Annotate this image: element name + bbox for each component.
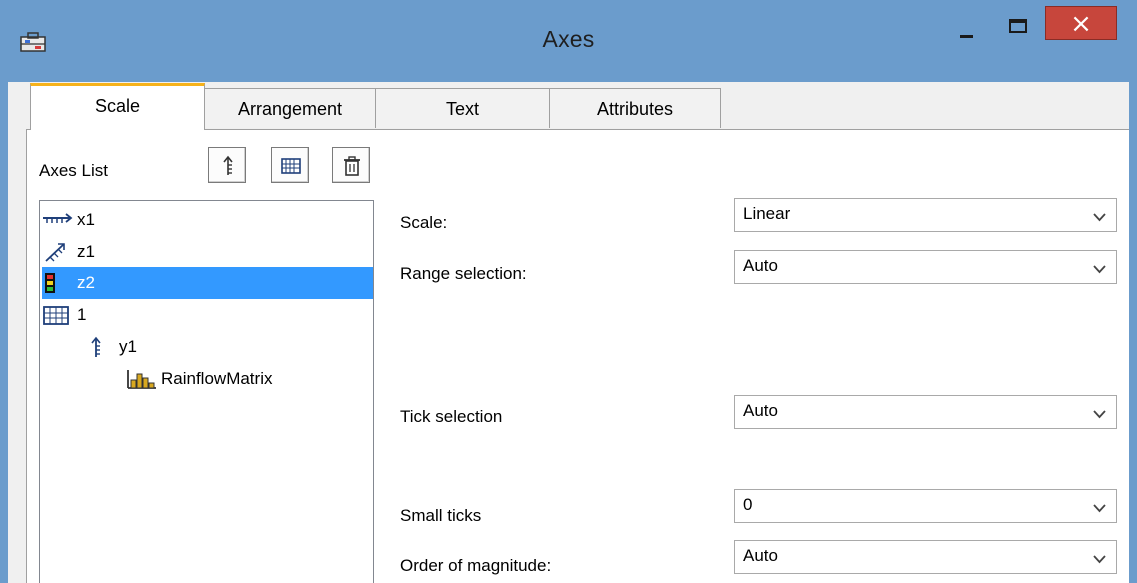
tree-item-1[interactable]: 1 bbox=[42, 300, 86, 330]
chevron-down-icon bbox=[1093, 410, 1106, 419]
z-axis-icon bbox=[45, 243, 65, 262]
y-axis-icon bbox=[91, 336, 101, 357]
order-of-magnitude-label: Order of magnitude: bbox=[400, 556, 552, 575]
dialog-client-area: Scale Arrangement Text Attributes Axes L… bbox=[8, 82, 1129, 583]
x-axis-icon bbox=[43, 213, 73, 223]
chevron-down-icon bbox=[1093, 213, 1106, 222]
tree-item-label: z1 bbox=[77, 242, 95, 261]
tab-text-label: Text bbox=[445, 99, 479, 119]
small-ticks-label: Small ticks bbox=[400, 506, 482, 525]
tree-item-z2[interactable]: z2 bbox=[42, 268, 95, 298]
axes-dialog: Axes × Scale Arrangement Text Attributes… bbox=[0, 0, 1137, 583]
tree-item-y1[interactable]: y1 bbox=[84, 332, 137, 362]
axes-list-label: Axes List bbox=[39, 161, 108, 180]
close-button[interactable]: × bbox=[1045, 6, 1117, 40]
tree-item-label: y1 bbox=[119, 337, 137, 356]
tab-text[interactable]: Text bbox=[375, 88, 550, 128]
tree-item-label: x1 bbox=[77, 210, 95, 229]
tree-item-label: z2 bbox=[77, 273, 95, 292]
tab-attributes-label: Attributes bbox=[596, 99, 674, 119]
tab-attributes[interactable]: Attributes bbox=[549, 88, 721, 128]
minimize-button[interactable] bbox=[948, 6, 984, 42]
tab-arrangement[interactable]: Arrangement bbox=[204, 88, 376, 128]
tree-item-label: 1 bbox=[77, 305, 87, 324]
grid-icon bbox=[43, 306, 69, 325]
scale-label: Scale: bbox=[400, 213, 448, 232]
order-of-magnitude-value: Auto bbox=[743, 546, 778, 565]
tree-item-x1[interactable]: x1 bbox=[42, 205, 95, 235]
delete-button[interactable] bbox=[332, 147, 370, 183]
tab-scale-label: Scale bbox=[94, 96, 141, 116]
small-ticks-value: 0 bbox=[743, 495, 753, 514]
tree-item-label: RainflowMatrix bbox=[161, 369, 273, 388]
scale-value: Linear bbox=[743, 204, 791, 223]
chevron-down-icon bbox=[1093, 504, 1106, 513]
order-of-magnitude-select[interactable]: Auto bbox=[734, 540, 1117, 574]
maximize-button[interactable] bbox=[1000, 6, 1036, 42]
histogram-icon bbox=[127, 370, 156, 389]
trash-icon bbox=[344, 156, 360, 176]
range-selection-select[interactable]: Auto bbox=[734, 250, 1117, 284]
range-selection-value: Auto bbox=[743, 256, 778, 275]
grid-icon bbox=[281, 158, 301, 174]
y-axis-icon bbox=[223, 155, 233, 175]
tick-selection-value: Auto bbox=[743, 401, 778, 420]
chevron-down-icon bbox=[1093, 265, 1106, 274]
range-selection-label: Range selection: bbox=[400, 264, 527, 283]
tab-arrangement-label: Arrangement bbox=[237, 99, 343, 119]
tree-item-z1[interactable]: z1 bbox=[42, 237, 95, 267]
chevron-down-icon bbox=[1093, 555, 1106, 564]
add-grid-button[interactable] bbox=[271, 147, 309, 183]
small-ticks-combobox[interactable]: 0 bbox=[734, 489, 1117, 523]
tree-item-rainflowmatrix[interactable]: RainflowMatrix bbox=[126, 364, 272, 394]
tick-selection-label: Tick selection bbox=[400, 407, 503, 426]
tick-selection-select[interactable]: Auto bbox=[734, 395, 1117, 429]
axes-tree[interactable]: x1 z1 z2 1 y1 RainflowMatrix bbox=[39, 200, 374, 583]
title-bar[interactable]: Axes × bbox=[0, 0, 1137, 82]
color-scale-icon bbox=[45, 273, 55, 293]
close-icon: × bbox=[1070, 9, 1092, 39]
tab-scale[interactable]: Scale bbox=[30, 83, 205, 130]
add-y-axis-button[interactable] bbox=[208, 147, 246, 183]
scale-select[interactable]: Linear bbox=[734, 198, 1117, 232]
